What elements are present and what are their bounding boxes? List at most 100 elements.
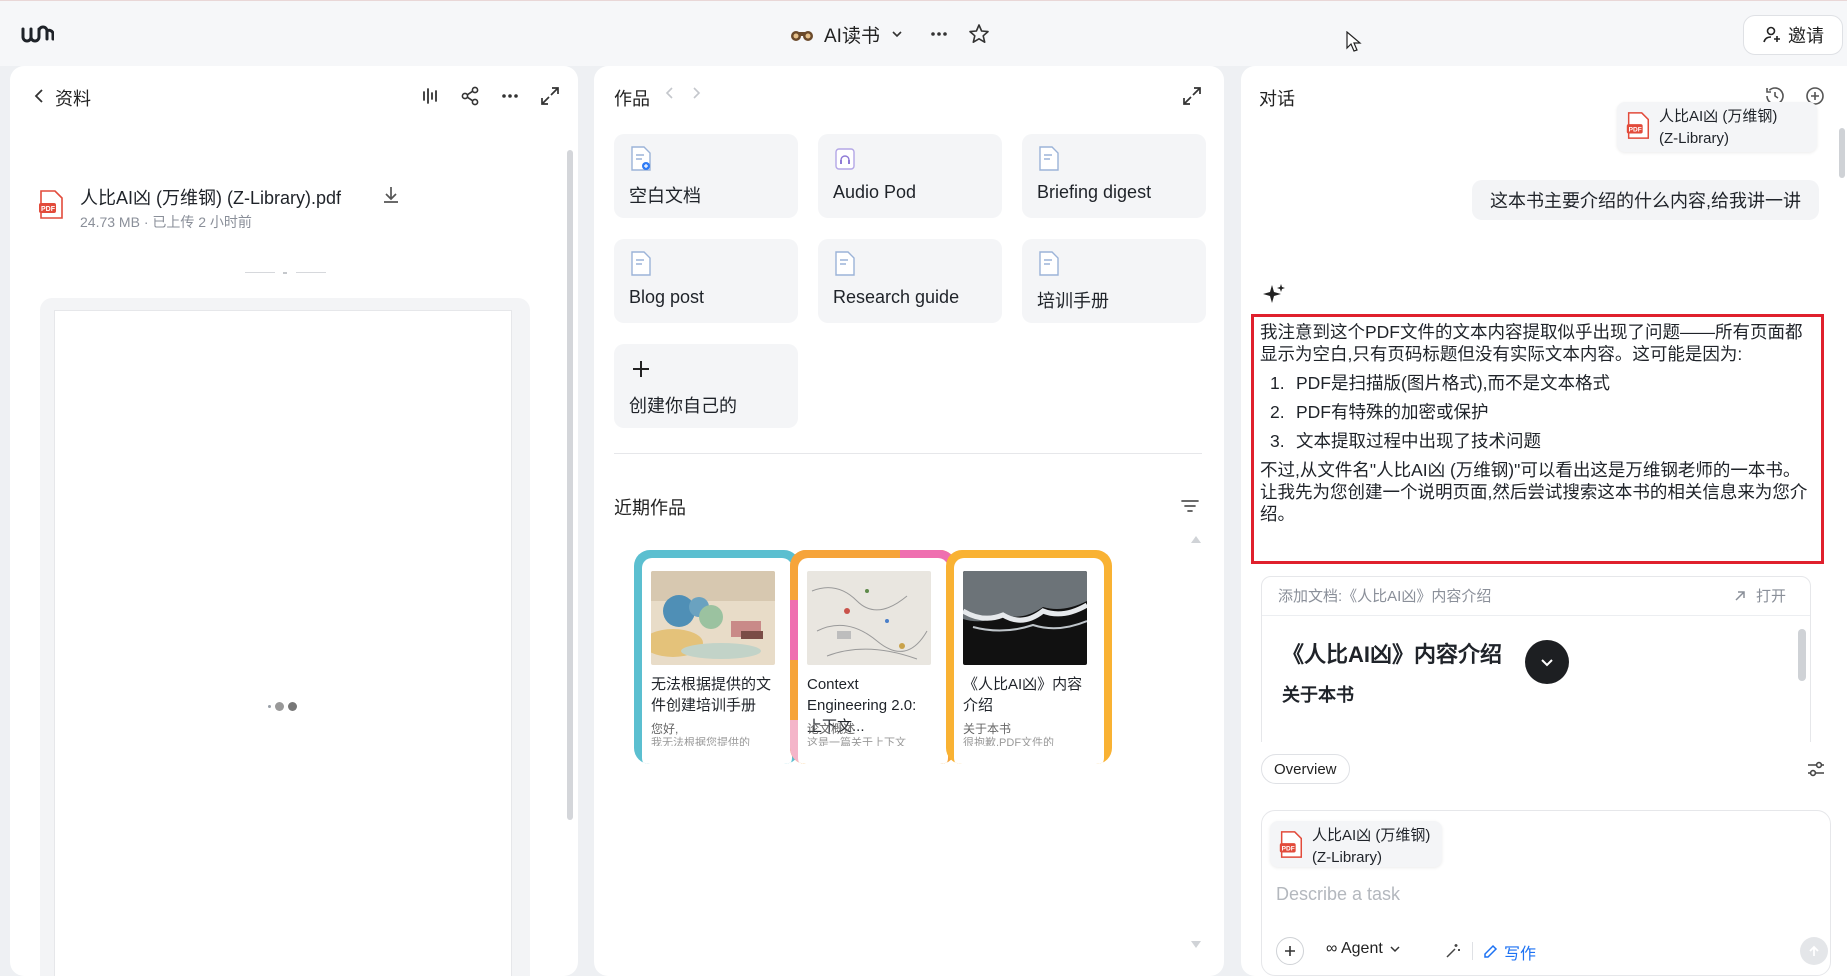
write-label: 写作 <box>1504 946 1537 963</box>
expand-icon <box>1183 87 1201 105</box>
work-snippet: 很抱歉,PDF文件的 <box>963 737 1055 746</box>
chat-input-box[interactable]: PDF 人比AI凶 (万维钢) (Z-Library) Describe a t… <box>1261 810 1831 976</box>
work-thumbnail <box>807 571 931 665</box>
list-item: 2. PDF有特殊的加密或保护 <box>1270 402 1489 422</box>
overview-chip[interactable]: Overview <box>1261 754 1350 784</box>
expand-button[interactable] <box>1180 84 1204 108</box>
loading-indicator <box>268 702 297 711</box>
ocean-wave-image <box>963 571 1087 665</box>
scroll-up-icon[interactable] <box>1190 534 1202 544</box>
work-snippet: 我无法根据您提供的 <box>651 737 750 746</box>
chevron-down-icon <box>892 31 902 38</box>
expand-button[interactable] <box>538 84 562 108</box>
suggestion-row: Overview <box>1241 742 1847 800</box>
plus-icon <box>633 361 649 377</box>
chat-title: 对话 <box>1259 89 1295 109</box>
scrollbar-thumb[interactable] <box>1839 128 1845 178</box>
recent-work-inner: 无法根据提供的文件创建培训手册 您好, 我无法根据您提供的 <box>642 558 792 764</box>
list-item: 3. 文本提取过程中出现了技术问题 <box>1270 431 1541 451</box>
source-file-item[interactable]: PDF 人比AI凶 (万维钢) (Z-Library).pdf 24.73 MB… <box>38 182 458 242</box>
magic-wand-icon[interactable] <box>1443 941 1463 961</box>
agent-mode-dropdown[interactable]: ∞ Agent <box>1326 940 1401 958</box>
work-snippet: 这是一篇关于上下文 <box>807 737 906 746</box>
filter-icon[interactable] <box>1179 495 1201 517</box>
audio-settings-button[interactable] <box>418 84 442 108</box>
chevron-down-icon <box>1390 946 1400 953</box>
add-attachment-button[interactable] <box>1276 937 1304 965</box>
chat-panel: 对话 PDF 人比AI凶 (万维钢) (Z-Library) 这本书主要介绍的什… <box>1241 66 1847 976</box>
template-training-manual[interactable]: 培训手册 <box>1022 239 1206 323</box>
template-research-guide[interactable]: Research guide <box>818 239 1002 323</box>
scrollbar-thumb[interactable] <box>1798 629 1806 681</box>
doc-preview-header: 添加文档:《人比AI凶》内容介绍 <box>1278 588 1492 605</box>
doc-scrollbar[interactable] <box>1798 621 1806 691</box>
scroll-to-bottom-button[interactable] <box>1525 640 1569 684</box>
mouse-cursor-icon <box>1346 31 1362 52</box>
task-input-placeholder[interactable]: Describe a task <box>1276 884 1400 905</box>
more-icon[interactable] <box>928 23 950 45</box>
doc-heading: 《人比AI凶》内容介绍 <box>1282 642 1503 667</box>
share-button[interactable] <box>458 84 482 108</box>
invite-user-icon <box>1763 26 1780 43</box>
works-nav <box>664 86 702 100</box>
arrow-up-right-icon <box>1735 590 1745 601</box>
scrollbar-thumb[interactable] <box>567 150 573 820</box>
chip-label: 人比AI凶 (万维钢) (Z-Library) <box>1659 108 1778 147</box>
template-label: Blog post <box>629 287 705 307</box>
agent-label: ∞ Agent <box>1326 940 1383 957</box>
invite-label: 邀请 <box>1788 26 1824 46</box>
scrollbar[interactable] <box>566 138 574 898</box>
list-item-text: 文本提取过程中出现了技术问题 <box>1296 431 1541 451</box>
chip-label: 人比AI凶 (万维钢) (Z-Library) <box>1312 827 1431 866</box>
template-label: 培训手册 <box>1037 291 1109 311</box>
list-item-text: PDF是扫描版(图片格式),而不是文本格式 <box>1296 373 1611 393</box>
recent-work-card[interactable]: 《人比AI凶》内容介绍 关于本书 很抱歉,PDF文件的 <box>946 550 1112 764</box>
template-briefing-digest[interactable]: Briefing digest <box>1022 134 1206 218</box>
file-meta: 24.73 MB · 已上传 2 小时前 <box>80 214 252 230</box>
map-sketch-image <box>807 571 931 665</box>
back-button[interactable] <box>28 84 52 108</box>
user-message: 这本书主要介绍的什么内容,给我讲一讲 <box>1472 180 1819 220</box>
template-blank-doc[interactable]: 空白文档 <box>614 134 798 218</box>
open-doc-label: 打开 <box>1756 588 1787 605</box>
file-name: 人比AI凶 (万维钢) (Z-Library).pdf <box>80 188 342 208</box>
app-logo-icon[interactable] <box>20 21 54 47</box>
audio-doc-icon <box>835 148 855 170</box>
svg-text:PDF: PDF <box>41 206 56 213</box>
arrow-up-icon <box>1809 945 1819 956</box>
scroll-down-icon[interactable] <box>1190 940 1202 950</box>
star-icon[interactable] <box>967 22 991 46</box>
attached-file-chip[interactable]: PDF 人比AI凶 (万维钢) (Z-Library) <box>1270 821 1442 867</box>
download-icon[interactable] <box>380 184 402 206</box>
open-doc-button[interactable]: 打开 <box>1732 585 1786 606</box>
template-blog-post[interactable]: Blog post <box>614 239 798 323</box>
chevron-left-icon[interactable] <box>664 86 676 100</box>
list-item-text: PDF有特殊的加密或保护 <box>1296 402 1489 422</box>
more-options-button[interactable] <box>498 84 522 108</box>
sources-panel: 资料 PDF 人比AI凶 (万维钢) (Z-Library).pdf 24.73… <box>10 66 578 976</box>
invite-button[interactable]: 邀请 <box>1743 15 1843 55</box>
work-title: 无法根据提供的文件创建培训手册 <box>651 676 772 714</box>
template-label: Briefing digest <box>1037 182 1152 202</box>
app-title-dropdown[interactable]: AI读书 <box>790 19 904 49</box>
chat-scrollbar[interactable] <box>1839 124 1845 264</box>
send-button[interactable] <box>1800 937 1828 965</box>
blank-doc-icon <box>631 146 651 171</box>
sources-title: 资料 <box>55 89 91 109</box>
section-divider <box>245 264 335 274</box>
recent-work-card[interactable]: 无法根据提供的文件创建培训手册 您好, 我无法根据您提供的 <box>634 550 800 764</box>
chevron-left-icon <box>34 89 43 103</box>
settings-sliders-icon[interactable] <box>1805 758 1827 780</box>
recent-work-card[interactable]: Context Engineering 2.0: 上下文... 论文概述 这是一… <box>790 550 956 764</box>
top-bar: AI读书 邀请 <box>0 0 1847 66</box>
write-mode-button[interactable]: 写作 <box>1482 940 1536 964</box>
chevron-right-icon[interactable] <box>690 86 702 100</box>
template-create-own[interactable]: 创建你自己的 <box>614 344 798 428</box>
doc-subheading: 关于本书 <box>1282 685 1354 705</box>
template-audio-pod[interactable]: Audio Pod <box>818 134 1002 218</box>
works-title: 作品 <box>614 89 650 109</box>
pdf-viewer[interactable] <box>40 298 530 976</box>
pdf-page <box>54 310 512 976</box>
attached-file-chip[interactable]: PDF 人比AI凶 (万维钢) (Z-Library) <box>1617 102 1817 152</box>
app-title: AI读书 <box>824 25 880 47</box>
